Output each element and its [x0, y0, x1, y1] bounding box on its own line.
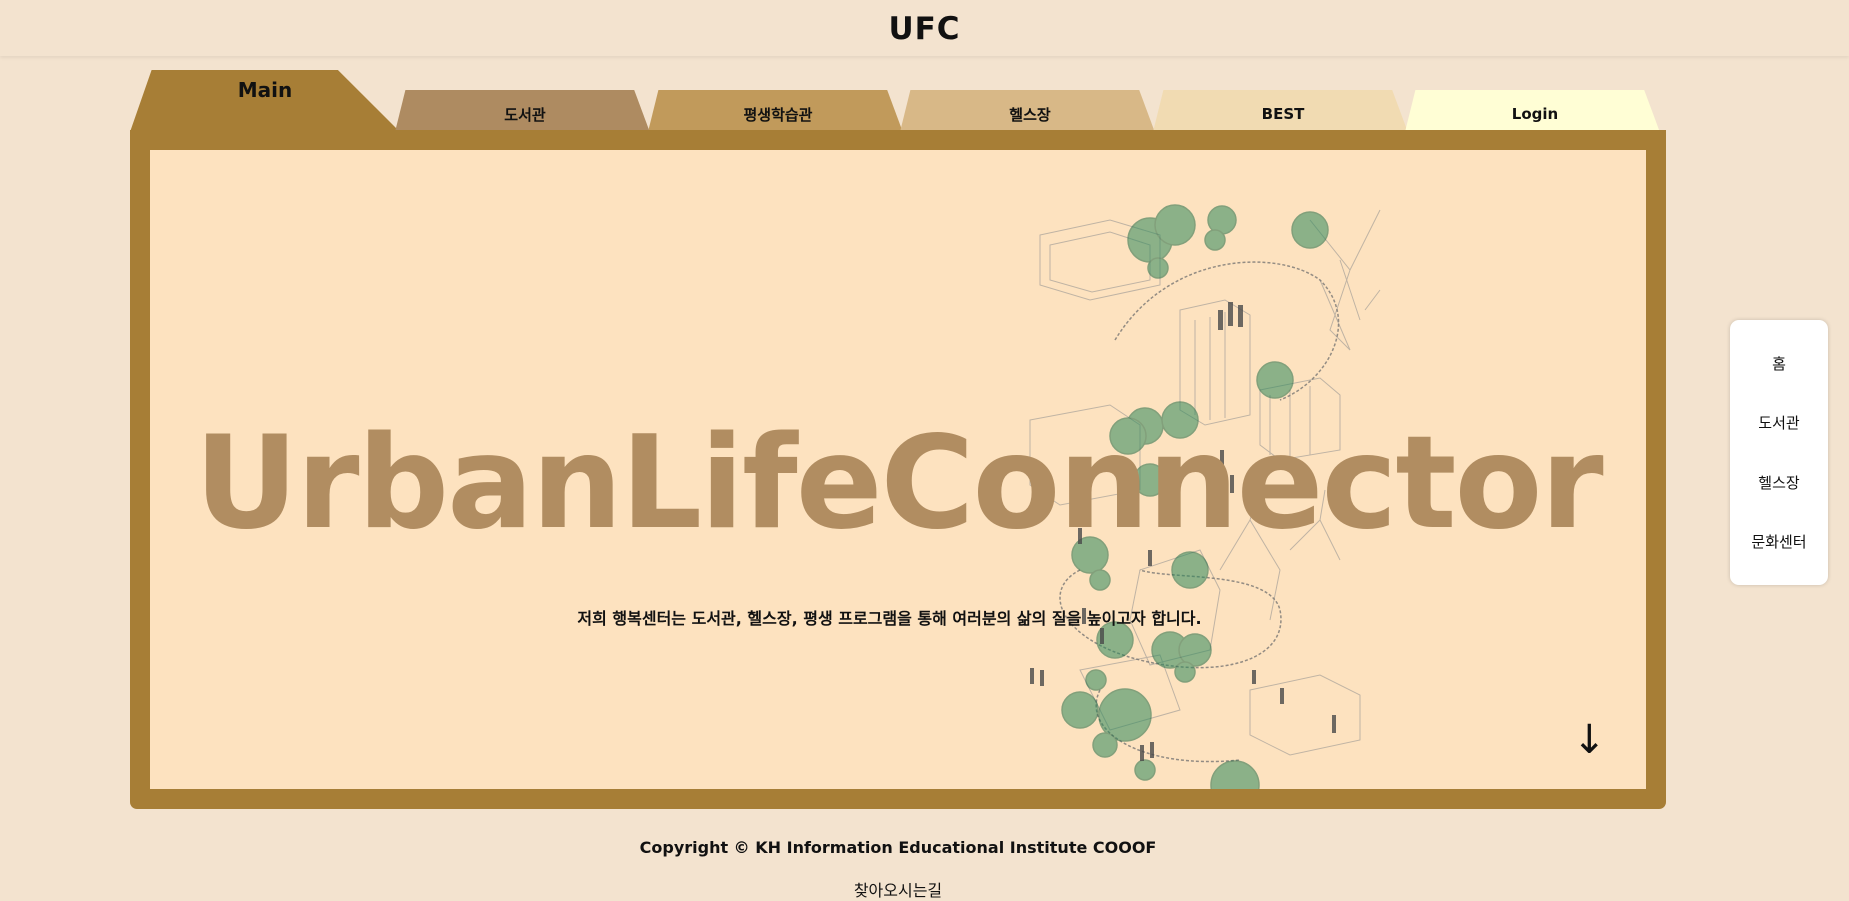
site-title[interactable]: UFC [888, 13, 960, 45]
tab-library-label: 도서관 [504, 105, 546, 124]
hero-title: UrbanLifeConnector [194, 409, 1603, 558]
tab-login-label: Login [1511, 105, 1559, 123]
tab-library[interactable]: 도서관 [395, 90, 650, 132]
top-header: UFC [0, 0, 1849, 56]
sidenav-item-home[interactable]: 홈 [1772, 353, 1786, 374]
hero-panel: UrbanLifeConnector 저희 행복센터는 도서관, 헬스장, 평생… [150, 150, 1646, 789]
directions-link[interactable]: 찾아오시는길 [0, 877, 1796, 901]
side-nav: 홈 도서관 헬스장 문화센터 [1730, 320, 1828, 585]
tab-main[interactable]: Main [130, 70, 400, 132]
sidenav-item-culture-center[interactable]: 문화센터 [1751, 531, 1806, 552]
scroll-down-icon[interactable]: ↓ [1572, 720, 1606, 760]
tab-best[interactable]: BEST [1153, 90, 1408, 132]
tab-login[interactable]: Login [1405, 90, 1660, 132]
hero-subtitle: 저희 행복센터는 도서관, 헬스장, 평생 프로그램을 통해 여러분의 삶의 질… [577, 609, 1202, 628]
tab-lifelong-learning[interactable]: 평생학습관 [648, 90, 903, 132]
sidenav-item-gym[interactable]: 헬스장 [1758, 472, 1799, 493]
footer-copyright: Copyright © KH Information Educational I… [639, 838, 1157, 857]
tab-best-label: BEST [1261, 105, 1305, 123]
tab-lifelong-learning-label: 평생학습관 [743, 105, 813, 124]
main-frame: UrbanLifeConnector 저희 행복센터는 도서관, 헬스장, 평생… [130, 130, 1666, 809]
sidenav-item-library[interactable]: 도서관 [1758, 412, 1799, 433]
tab-main-label: Main [237, 78, 293, 102]
tab-gym-label: 헬스장 [1009, 105, 1051, 124]
tab-gym[interactable]: 헬스장 [900, 90, 1155, 132]
